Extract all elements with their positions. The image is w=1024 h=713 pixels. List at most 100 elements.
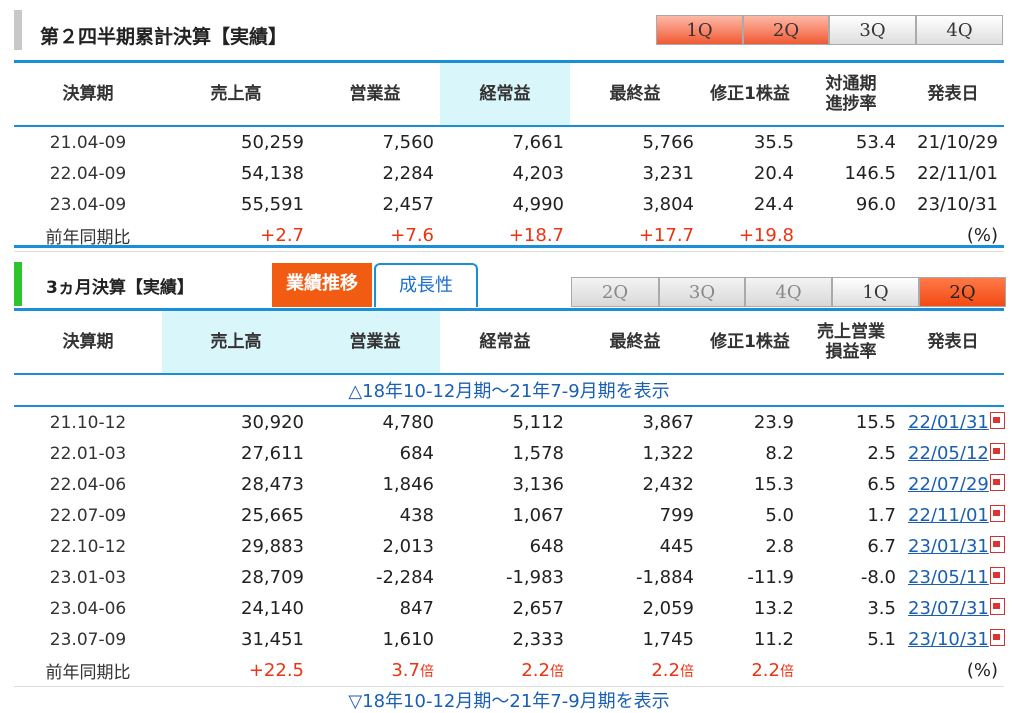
- yoy-value: 2.2倍: [570, 655, 700, 687]
- pdf-icon[interactable]: [990, 505, 1005, 522]
- q-button-3q[interactable]: 3Q: [659, 277, 745, 307]
- date-cell: 23/05/11: [902, 562, 1004, 593]
- operating-cell: 7,560: [310, 126, 440, 158]
- operating-cell: 1,846: [310, 469, 440, 500]
- operating-cell: 2,013: [310, 531, 440, 562]
- pdf-icon[interactable]: [990, 443, 1005, 460]
- period-cell: 22.10-12: [14, 531, 162, 562]
- times-suffix: 倍: [680, 664, 694, 680]
- section1-title: 第２四半期累計決算【実績】: [40, 22, 287, 49]
- show-earlier-link[interactable]: △18年10-12月期～21年7-9月期を表示: [14, 374, 1004, 406]
- sales-cell: 29,883: [162, 531, 310, 562]
- net-cell: 2,432: [570, 469, 700, 500]
- operating-cell: 4,780: [310, 406, 440, 438]
- date-link[interactable]: 23/07/31: [908, 598, 989, 619]
- yoy-unit: (%): [902, 655, 1004, 687]
- col-header-period: 決算期: [14, 63, 162, 126]
- net-cell: 799: [570, 500, 700, 531]
- ordinary-cell: 1,578: [440, 438, 570, 469]
- q-button-4q[interactable]: 4Q: [745, 277, 832, 307]
- q-button-3q[interactable]: 3Q: [829, 15, 916, 45]
- col-header-net: 最終益: [570, 311, 700, 374]
- ordinary-cell: 7,661: [440, 126, 570, 158]
- eps-cell: 5.0: [700, 500, 800, 531]
- ordinary-cell: -1,983: [440, 562, 570, 593]
- sales-cell: 28,709: [162, 562, 310, 593]
- date-cell: 23/01/31: [902, 531, 1004, 562]
- date-link[interactable]: 22/01/31: [908, 412, 989, 433]
- ratio-cell: 96.0: [800, 189, 902, 220]
- col-header-operating: 営業益: [310, 311, 440, 374]
- net-cell: 1,745: [570, 624, 700, 655]
- q-button-2q-current[interactable]: 2Q: [919, 277, 1006, 307]
- section2-table: 決算期 売上高 営業益 経常益 最終益 修正1株益 売上営業 損益率 発表日 △…: [14, 311, 1004, 713]
- section2-quarter-buttons: 2Q 3Q 4Q 1Q 2Q: [571, 277, 1006, 307]
- eps-cell: 13.2: [700, 593, 800, 624]
- date-link[interactable]: 22/05/12: [908, 443, 989, 464]
- q-button-2q[interactable]: 2Q: [743, 15, 829, 45]
- date-link[interactable]: 22/11/01: [908, 505, 989, 526]
- net-cell: 5,766: [570, 126, 700, 158]
- q-button-4q[interactable]: 4Q: [916, 15, 1003, 45]
- pdf-icon[interactable]: [990, 412, 1005, 429]
- date-link[interactable]: 23/05/11: [908, 567, 989, 588]
- sales-cell: 55,591: [162, 189, 310, 220]
- net-cell: 3,231: [570, 158, 700, 189]
- eps-cell: 23.9: [700, 406, 800, 438]
- show-later-link[interactable]: ▽18年10-12月期～21年7-9月期を表示: [14, 687, 1004, 713]
- q-button-1q[interactable]: 1Q: [832, 277, 919, 307]
- yoy-empty: [800, 655, 902, 687]
- ordinary-cell: 4,203: [440, 158, 570, 189]
- eps-cell: 24.4: [700, 189, 800, 220]
- date-link[interactable]: 23/10/31: [908, 629, 989, 650]
- yoy-row: 前年同期比+22.53.7倍2.2倍2.2倍2.2倍(%): [14, 655, 1004, 687]
- ordinary-cell: 5,112: [440, 406, 570, 438]
- date-cell: 21/10/29: [902, 126, 1004, 158]
- q-button-2q-prev[interactable]: 2Q: [571, 277, 659, 307]
- table-row: 22.04-0628,4731,8463,1362,43215.36.522/0…: [14, 469, 1004, 500]
- col-header-ordinary: 経常益: [440, 63, 570, 126]
- pdf-icon[interactable]: [990, 567, 1005, 584]
- times-suffix: 倍: [420, 664, 434, 680]
- net-cell: 445: [570, 531, 700, 562]
- operating-cell: 847: [310, 593, 440, 624]
- table-row: 22.04-0954,1382,2844,2033,23120.4146.522…: [14, 158, 1004, 189]
- period-cell: 22.04-09: [14, 158, 162, 189]
- tab-growth[interactable]: 成長性: [374, 263, 478, 307]
- table-row: 21.04-0950,2597,5607,6615,76635.553.421/…: [14, 126, 1004, 158]
- pdf-icon[interactable]: [990, 629, 1005, 646]
- section2-top-rule: [14, 245, 1004, 248]
- date-cell: 22/01/31: [902, 406, 1004, 438]
- section2-marker: [14, 262, 22, 306]
- col-header-period: 決算期: [14, 311, 162, 374]
- period-cell: 21.10-12: [14, 406, 162, 438]
- eps-cell: 15.3: [700, 469, 800, 500]
- table-row: 23.04-0955,5912,4574,9903,80424.496.023/…: [14, 189, 1004, 220]
- ordinary-cell: 2,333: [440, 624, 570, 655]
- sales-cell: 31,451: [162, 624, 310, 655]
- net-cell: 1,322: [570, 438, 700, 469]
- operating-cell: -2,284: [310, 562, 440, 593]
- eps-cell: -11.9: [700, 562, 800, 593]
- net-cell: 3,867: [570, 406, 700, 438]
- period-cell: 23.04-06: [14, 593, 162, 624]
- ratio-cell: 53.4: [800, 126, 902, 158]
- period-cell: 22.04-06: [14, 469, 162, 500]
- eps-cell: 11.2: [700, 624, 800, 655]
- ratio-cell: 15.5: [800, 406, 902, 438]
- ratio-cell: 6.5: [800, 469, 902, 500]
- pdf-icon[interactable]: [990, 474, 1005, 491]
- q-button-1q[interactable]: 1Q: [656, 15, 743, 45]
- period-cell: 22.01-03: [14, 438, 162, 469]
- ordinary-cell: 4,990: [440, 189, 570, 220]
- tab-performance[interactable]: 業績推移: [272, 263, 372, 307]
- date-link[interactable]: 22/07/29: [908, 474, 989, 495]
- table-row: 21.10-1230,9204,7805,1123,86723.915.522/…: [14, 406, 1004, 438]
- date-link[interactable]: 23/01/31: [908, 536, 989, 557]
- pdf-icon[interactable]: [990, 536, 1005, 553]
- yoy-label: 前年同期比: [14, 655, 162, 687]
- section2-header-row: 決算期 売上高 営業益 経常益 最終益 修正1株益 売上営業 損益率 発表日: [14, 311, 1004, 374]
- ratio-cell: 1.7: [800, 500, 902, 531]
- pdf-icon[interactable]: [990, 598, 1005, 615]
- sales-cell: 54,138: [162, 158, 310, 189]
